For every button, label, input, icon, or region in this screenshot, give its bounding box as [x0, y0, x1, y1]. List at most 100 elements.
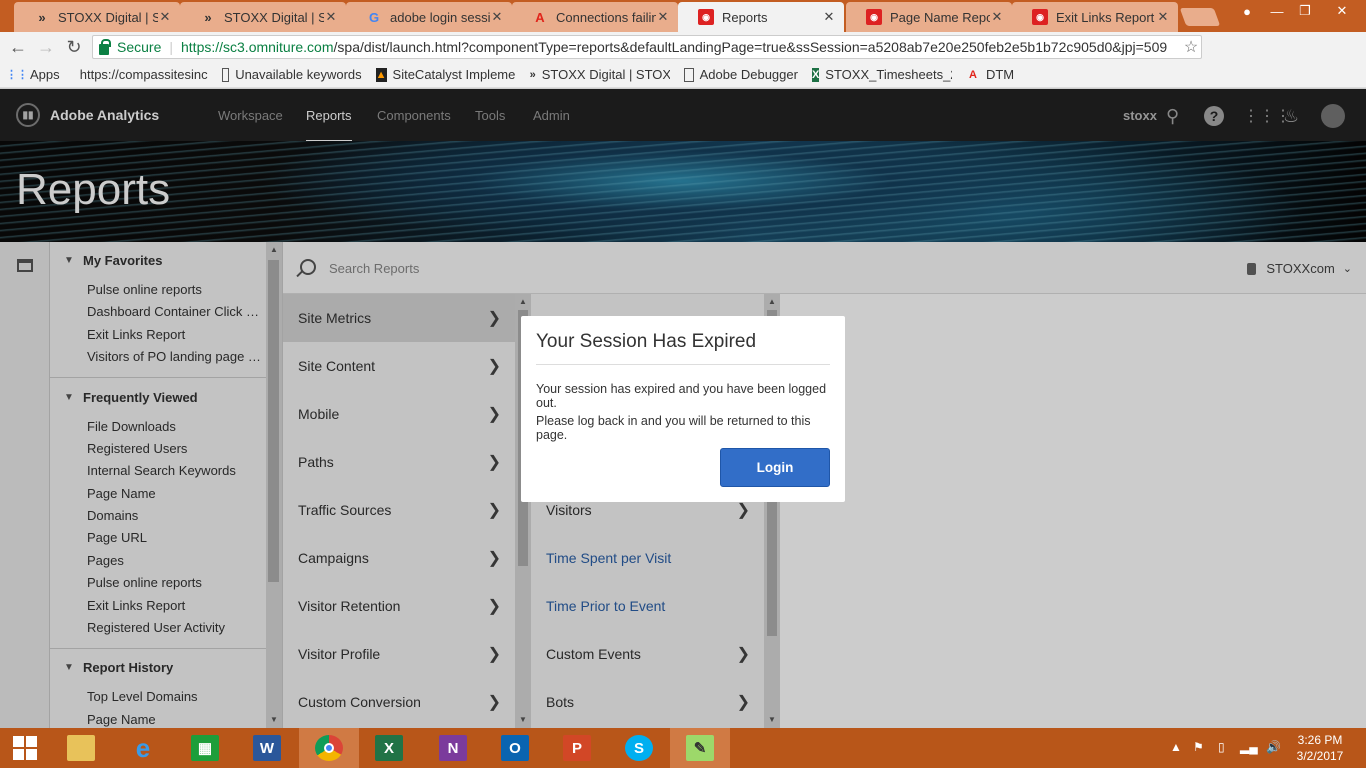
bookmark-label: SiteCatalyst Implemer	[392, 67, 516, 82]
maximize-icon[interactable]: ❐	[1290, 0, 1320, 22]
minimize-icon[interactable]: —	[1262, 0, 1292, 22]
browser-toolbar: ← → ↻ Secure | https://sc3.omniture.com/…	[0, 32, 1366, 88]
close-icon[interactable]: ✕	[822, 9, 836, 25]
close-window-icon[interactable]: ✕	[1318, 0, 1366, 22]
skype-icon[interactable]: S	[609, 728, 669, 768]
url-path: /spa/dist/launch.html?componentType=repo…	[333, 39, 1168, 55]
network-icon[interactable]: ▂▄	[1240, 740, 1258, 754]
browser-tab[interactable]: ◉ Exit Links Report ✕	[1012, 2, 1178, 32]
login-button[interactable]: Login	[720, 448, 830, 487]
tab-label: Reports	[722, 9, 768, 25]
close-icon[interactable]: ✕	[1156, 9, 1170, 25]
word-icon[interactable]: W	[237, 728, 297, 768]
chevrons-icon: »	[38, 9, 46, 25]
tab-label: STOXX Digital | STO	[224, 9, 324, 25]
browser-tab[interactable]: » STOXX Digital | STO ✕	[14, 2, 180, 32]
url-host: https://sc3.omniture.com	[181, 39, 334, 55]
windows-start-icon[interactable]	[0, 728, 50, 768]
dialog-divider	[536, 364, 830, 365]
bookmark-compassites[interactable]: https://compassitesinc	[73, 67, 208, 82]
flag-icon[interactable]: ⚑	[1193, 740, 1204, 754]
notepad-plus-glyph: ✎	[686, 735, 714, 761]
browser-tab[interactable]: G adobe login session ✕	[346, 2, 512, 32]
clock-date: 3/2/2017	[1296, 749, 1344, 763]
bookmark-apps[interactable]: ⋮⋮ Apps	[6, 67, 60, 82]
file-explorer-glyph	[67, 735, 95, 761]
close-icon[interactable]: ✕	[490, 9, 504, 25]
bookmark-dtm[interactable]: A DTM	[966, 67, 1014, 82]
tab-label: Exit Links Report	[1056, 9, 1155, 25]
outlook-glyph: O	[501, 735, 529, 761]
tablet-icon[interactable]: ▯	[1218, 740, 1225, 754]
new-tab-button[interactable]	[1179, 8, 1221, 26]
lock-icon	[99, 38, 111, 55]
notepad-plus-icon[interactable]: ✎	[670, 728, 730, 768]
close-icon[interactable]: ✕	[656, 9, 670, 25]
store-icon[interactable]: ▦	[175, 728, 235, 768]
show-hidden-icons-icon[interactable]: ▲	[1170, 740, 1182, 754]
adobe-analytics-icon: ◉	[866, 9, 882, 25]
powerpoint-icon[interactable]: P	[547, 728, 607, 768]
chrome-icon[interactable]	[299, 728, 359, 768]
session-expired-dialog: Your Session Has Expired Your session ha…	[521, 316, 845, 502]
skype-glyph: S	[625, 735, 653, 761]
bookmark-stoxx-digital[interactable]: » STOXX Digital | STOX	[530, 67, 670, 82]
outlook-icon[interactable]: O	[485, 728, 545, 768]
store-glyph: ▦	[191, 735, 219, 761]
excel-icon: X	[811, 67, 820, 82]
close-icon[interactable]: ✕	[158, 9, 172, 25]
browser-tab[interactable]: A Connections failing ✕	[512, 2, 678, 32]
bookmark-label: STOXX Digital | STOX	[541, 67, 670, 82]
reload-icon[interactable]: ↻	[60, 33, 88, 61]
volume-icon[interactable]: 🔊	[1266, 740, 1281, 754]
browser-tabstrip: » STOXX Digital | STO ✕ » STOXX Digital …	[0, 0, 1366, 32]
bookmark-label: DTM	[985, 67, 1015, 82]
close-icon[interactable]: ✕	[324, 9, 338, 25]
chevrons-icon: »	[204, 9, 212, 25]
page-icon	[683, 67, 694, 82]
bookmarks-bar: ⋮⋮ Apps https://compassitesinc Unavailab…	[0, 62, 1366, 88]
onenote-icon[interactable]: N	[423, 728, 483, 768]
chrome-glyph	[315, 735, 343, 761]
adobe-analytics-icon: ◉	[1032, 9, 1048, 25]
sitecatalyst-icon: ▲	[375, 67, 387, 82]
browser-tab-active[interactable]: ◉ Reports ✕	[678, 2, 844, 32]
tab-label: adobe login session	[390, 9, 490, 25]
adobe-icon: A	[535, 9, 545, 25]
address-bar[interactable]: Secure | https://sc3.omniture.com/spa/di…	[92, 35, 1202, 59]
tab-label: Connections failing	[556, 9, 656, 25]
system-clock[interactable]: 3:26 PM 3/2/2017	[1290, 732, 1350, 764]
url-text[interactable]: https://sc3.omniture.com/spa/dist/launch…	[181, 39, 1181, 55]
bookmark-label: STOXX_Timesheets_20	[825, 67, 952, 82]
bookmark-unavailable-keywords[interactable]: Unavailable keywords	[221, 67, 362, 82]
file-explorer-icon[interactable]	[51, 728, 111, 768]
bookmark-timesheets[interactable]: X STOXX_Timesheets_20	[811, 67, 952, 82]
tab-label: STOXX Digital | STO	[58, 9, 158, 25]
bookmark-label: Unavailable keywords	[235, 67, 362, 82]
clock-time: 3:26 PM	[1297, 733, 1343, 747]
internet-explorer-icon[interactable]: e	[113, 728, 173, 768]
bookmark-star-icon[interactable]: ☆	[1181, 37, 1201, 57]
excel-icon[interactable]: X	[359, 728, 419, 768]
bookmark-sitecatalyst[interactable]: ▲ SiteCatalyst Implemer	[375, 67, 516, 82]
bookmark-adobe-debugger[interactable]: Adobe Debugger	[683, 67, 798, 82]
close-icon[interactable]: ✕	[990, 9, 1004, 25]
bookmark-label: Adobe Debugger	[699, 67, 798, 82]
adobe-analytics-icon: ◉	[698, 9, 714, 25]
url-divider: |	[169, 39, 173, 55]
onenote-glyph: N	[439, 735, 467, 761]
tab-label: Page Name Report	[890, 9, 990, 25]
page-icon	[221, 67, 230, 82]
adobe-icon: A	[968, 68, 977, 81]
browser-tab[interactable]: ◉ Page Name Report ✕	[846, 2, 1012, 32]
forward-icon[interactable]: →	[32, 33, 60, 61]
excel-glyph: X	[375, 735, 403, 761]
user-profile-icon[interactable]: ●	[1232, 0, 1262, 22]
back-icon[interactable]: ←	[4, 33, 32, 61]
bookmark-label: https://compassitesinc	[79, 67, 208, 82]
browser-tab[interactable]: » STOXX Digital | STO ✕	[180, 2, 346, 32]
word-glyph: W	[253, 735, 281, 761]
dialog-message: Please log back in and you will be retur…	[536, 414, 811, 442]
google-icon: G	[368, 9, 380, 25]
secure-indicator[interactable]: Secure	[93, 38, 161, 55]
